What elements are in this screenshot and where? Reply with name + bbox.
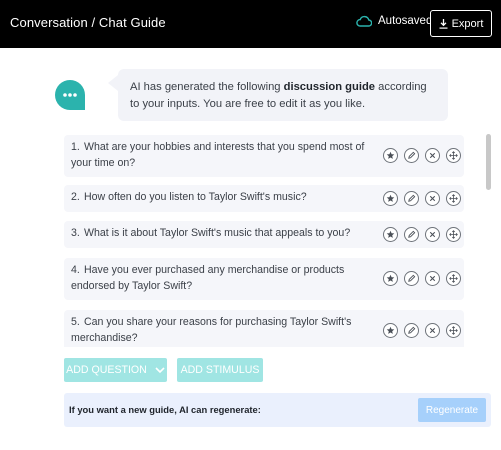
question-item[interactable]: 3. What is it about Taylor Swift's music … <box>64 221 464 248</box>
move-icon <box>449 194 458 203</box>
add-question-button[interactable]: ADD QUESTION <box>64 358 167 382</box>
move-button[interactable] <box>446 191 461 206</box>
move-icon <box>449 326 458 335</box>
export-label: Export <box>451 17 484 30</box>
star-button[interactable] <box>383 148 398 163</box>
question-text[interactable]: What is it about Taylor Swift's music th… <box>84 227 350 239</box>
edit-icon <box>408 194 416 202</box>
edit-icon <box>408 151 416 159</box>
star-button[interactable] <box>383 271 398 286</box>
question-number: 4. <box>71 264 80 276</box>
delete-button[interactable] <box>425 227 440 242</box>
question-item[interactable]: 2. How often do you listen to Taylor Swif… <box>64 185 464 212</box>
move-button[interactable] <box>446 227 461 242</box>
intro-text-start: AI has generated the following <box>130 81 284 93</box>
scrollbar-thumb[interactable] <box>486 134 491 190</box>
question-number: 3. <box>71 227 80 239</box>
question-text[interactable]: Can you share your reasons for purchasin… <box>71 316 351 344</box>
edit-button[interactable] <box>404 148 419 163</box>
question-number: 1. <box>71 141 80 153</box>
edit-button[interactable] <box>404 271 419 286</box>
autosave-status: Autosaved <box>356 15 432 27</box>
question-list: 1. What are your hobbies and interests th… <box>64 135 464 347</box>
star-button[interactable] <box>383 323 398 338</box>
regenerate-prompt: If you want a new guide, AI can regenera… <box>69 404 261 415</box>
add-question-label: ADD QUESTION <box>66 364 147 376</box>
question-actions <box>383 227 461 242</box>
star-icon <box>386 230 395 238</box>
move-icon <box>449 230 458 239</box>
regenerate-panel: If you want a new guide, AI can regenera… <box>64 393 491 427</box>
close-icon <box>429 275 436 282</box>
question-number: 2. <box>71 191 80 203</box>
chat-bubble-icon <box>55 80 85 110</box>
question-actions <box>383 271 461 286</box>
move-button[interactable] <box>446 271 461 286</box>
star-icon <box>386 194 395 202</box>
delete-button[interactable] <box>425 323 440 338</box>
page-title: Conversation / Chat Guide <box>10 15 166 30</box>
edit-button[interactable] <box>404 323 419 338</box>
question-actions <box>383 191 461 206</box>
move-button[interactable] <box>446 323 461 338</box>
edit-icon <box>408 230 416 238</box>
question-actions <box>383 323 461 338</box>
download-icon <box>439 18 448 29</box>
close-icon <box>429 231 436 238</box>
move-button[interactable] <box>446 148 461 163</box>
autosave-label: Autosaved <box>378 15 433 27</box>
delete-button[interactable] <box>425 271 440 286</box>
question-number: 5. <box>71 316 80 328</box>
regenerate-button[interactable]: Regenerate <box>418 398 486 422</box>
ai-intro-message: AI has generated the following discussio… <box>108 69 448 121</box>
close-icon <box>429 152 436 159</box>
question-actions <box>383 148 461 163</box>
edit-button[interactable] <box>404 227 419 242</box>
question-item[interactable]: 5. Can you share your reasons for purchas… <box>64 310 464 347</box>
move-icon <box>449 151 458 160</box>
chevron-down-icon <box>155 366 165 373</box>
star-icon <box>386 326 395 334</box>
close-icon <box>429 195 436 202</box>
question-text[interactable]: What are your hobbies and interests that… <box>71 141 364 169</box>
edit-button[interactable] <box>404 191 419 206</box>
intro-text-bold: discussion guide <box>283 81 376 93</box>
edit-icon <box>408 274 416 282</box>
edit-icon <box>408 326 416 334</box>
export-button[interactable]: Export <box>430 10 492 37</box>
star-button[interactable] <box>383 227 398 242</box>
cloud-icon <box>356 15 372 27</box>
delete-button[interactable] <box>425 148 440 163</box>
question-text[interactable]: Have you ever purchased any merchandise … <box>71 264 344 292</box>
star-icon <box>386 151 395 159</box>
question-text[interactable]: How often do you listen to Taylor Swift'… <box>84 191 307 203</box>
star-icon <box>386 274 395 282</box>
question-item[interactable]: 4. Have you ever purchased any merchandis… <box>64 258 464 300</box>
star-button[interactable] <box>383 191 398 206</box>
add-stimulus-button[interactable]: ADD STIMULUS <box>177 358 263 382</box>
close-icon <box>429 327 436 334</box>
top-bar: Conversation / Chat Guide Autosaved Expo… <box>0 0 501 48</box>
delete-button[interactable] <box>425 191 440 206</box>
question-item[interactable]: 1. What are your hobbies and interests th… <box>64 135 464 177</box>
add-stimulus-label: ADD STIMULUS <box>180 364 260 376</box>
move-icon <box>449 274 458 283</box>
